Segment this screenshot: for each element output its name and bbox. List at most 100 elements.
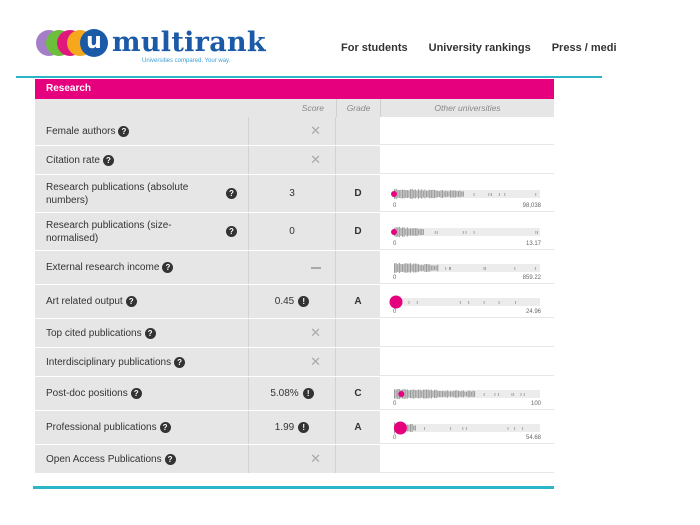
- score-cell: 0.45!: [249, 285, 336, 318]
- question-circle-icon[interactable]: ?: [174, 356, 186, 368]
- distribution-tick: [488, 193, 490, 196]
- question-circle-icon[interactable]: ?: [118, 125, 130, 137]
- distribution-tick: [411, 264, 413, 272]
- distribution-tick: [408, 190, 410, 198]
- indicator-name-cell: Open Access Publications?: [35, 445, 249, 473]
- distribution-tick: [462, 191, 464, 197]
- distribution-tick: [418, 264, 420, 272]
- distribution-tick: [522, 427, 523, 430]
- distribution-tick: [535, 193, 537, 196]
- score-value: 0: [289, 226, 295, 237]
- distribution-tick: [465, 231, 467, 234]
- distribution-tick: [438, 191, 440, 197]
- multirank-logo[interactable]: u multirank Universities compared. Your …: [36, 27, 266, 64]
- distribution-tick: [419, 190, 421, 198]
- table-row: Citation rate? ✕: [35, 146, 554, 175]
- grade-cell: [336, 146, 380, 174]
- question-circle-icon[interactable]: ?: [226, 226, 237, 237]
- distribution-tick: [411, 189, 413, 199]
- indicator-label: Post-doc positions: [46, 388, 128, 399]
- score-cell: 5.08%!: [249, 377, 336, 410]
- question-circle-icon[interactable]: ?: [130, 388, 142, 399]
- distribution-cell: [380, 146, 554, 174]
- distribution-tick: [398, 262, 400, 274]
- score-cell: ✕: [249, 319, 336, 347]
- distribution-tick: [458, 390, 460, 398]
- distribution-tick: [426, 190, 428, 198]
- table-row: Open Access Publications? ✕: [35, 445, 554, 474]
- grade-cell: C: [336, 377, 380, 410]
- distribution-tick: [406, 424, 408, 432]
- distribution-tick: [419, 265, 421, 271]
- distribution-tick: [416, 228, 418, 236]
- distribution-tick: [450, 190, 452, 198]
- distribution-tick: [398, 226, 400, 238]
- distribution-chart: 0 24.96: [389, 295, 542, 315]
- distribution-chart: 0 13.17: [391, 226, 542, 247]
- distribution-tick: [537, 231, 538, 234]
- exclamation-circle-icon[interactable]: !: [302, 388, 314, 399]
- nav-press-media[interactable]: Press / medi: [552, 42, 617, 54]
- distribution-tick: [445, 267, 447, 270]
- distribution-tick: [411, 389, 413, 399]
- distribution-tick: [405, 228, 407, 236]
- distribution-tick: [408, 228, 410, 236]
- distribution-tick: [424, 189, 426, 199]
- axis-max-label: 859.22: [523, 275, 542, 281]
- distribution-tick: [413, 389, 415, 399]
- distribution-chart: 0 98,038: [391, 188, 542, 209]
- distribution-tick: [440, 391, 442, 398]
- distribution-tick: [422, 389, 424, 399]
- logo-name: multirank: [112, 27, 266, 58]
- axis-min-label: 0: [393, 435, 397, 441]
- question-circle-icon[interactable]: ?: [164, 453, 176, 465]
- distribution-tick: [450, 427, 451, 430]
- exclamation-circle-icon[interactable]: !: [298, 296, 310, 307]
- own-university-marker: [389, 295, 403, 309]
- distribution-tick: [405, 190, 407, 198]
- indicator-name-cell: Female authors?: [35, 117, 249, 145]
- question-circle-icon[interactable]: ?: [226, 188, 237, 199]
- header-divider: [16, 76, 602, 78]
- distribution-tick: [483, 393, 485, 396]
- distribution-tick: [474, 391, 476, 397]
- question-circle-icon[interactable]: ?: [144, 327, 156, 339]
- distribution-tick: [523, 393, 525, 396]
- score-cell: 0: [249, 213, 336, 250]
- distribution-tick: [424, 264, 426, 272]
- exclamation-circle-icon[interactable]: !: [298, 422, 310, 433]
- indicator-label: Citation rate: [46, 154, 100, 166]
- question-circle-icon[interactable]: ?: [159, 422, 171, 433]
- grade-cell: [336, 117, 380, 145]
- distribution-tick: [535, 231, 537, 234]
- indicator-name-cell: Top cited publications?: [35, 319, 249, 347]
- distribution-tick: [490, 193, 492, 196]
- own-university-marker: [391, 191, 397, 197]
- x-mark-icon: ✕: [310, 325, 321, 340]
- indicator-name-cell: Post-doc positions?: [35, 377, 249, 410]
- distribution-tick: [498, 393, 499, 396]
- indicator-label: Open Access Publications: [46, 453, 162, 465]
- table-row: Interdisciplinary publications? ✕: [35, 348, 554, 377]
- distribution-tick: [410, 189, 412, 199]
- distribution-tick: [411, 424, 413, 432]
- distribution-tick: [456, 390, 458, 398]
- distribution-tick: [403, 227, 405, 237]
- distribution-tick: [435, 265, 437, 271]
- distribution-tick: [424, 389, 426, 399]
- distribution-tick: [410, 263, 412, 273]
- nav-for-students[interactable]: For students: [341, 42, 408, 54]
- distribution-tick: [403, 189, 405, 199]
- grade-cell: [336, 445, 380, 473]
- distribution-tick: [468, 301, 470, 304]
- nav-university-rankings[interactable]: University rankings: [429, 42, 531, 54]
- distribution-tick: [514, 427, 515, 430]
- indicator-label: Female authors: [46, 125, 116, 137]
- question-circle-icon[interactable]: ?: [125, 296, 137, 307]
- distribution-tick: [494, 393, 496, 396]
- distribution-tick: [408, 263, 410, 273]
- question-circle-icon[interactable]: ?: [102, 154, 114, 166]
- distribution-tick: [511, 393, 513, 396]
- distribution-tick: [429, 189, 431, 199]
- question-circle-icon[interactable]: ?: [162, 262, 174, 273]
